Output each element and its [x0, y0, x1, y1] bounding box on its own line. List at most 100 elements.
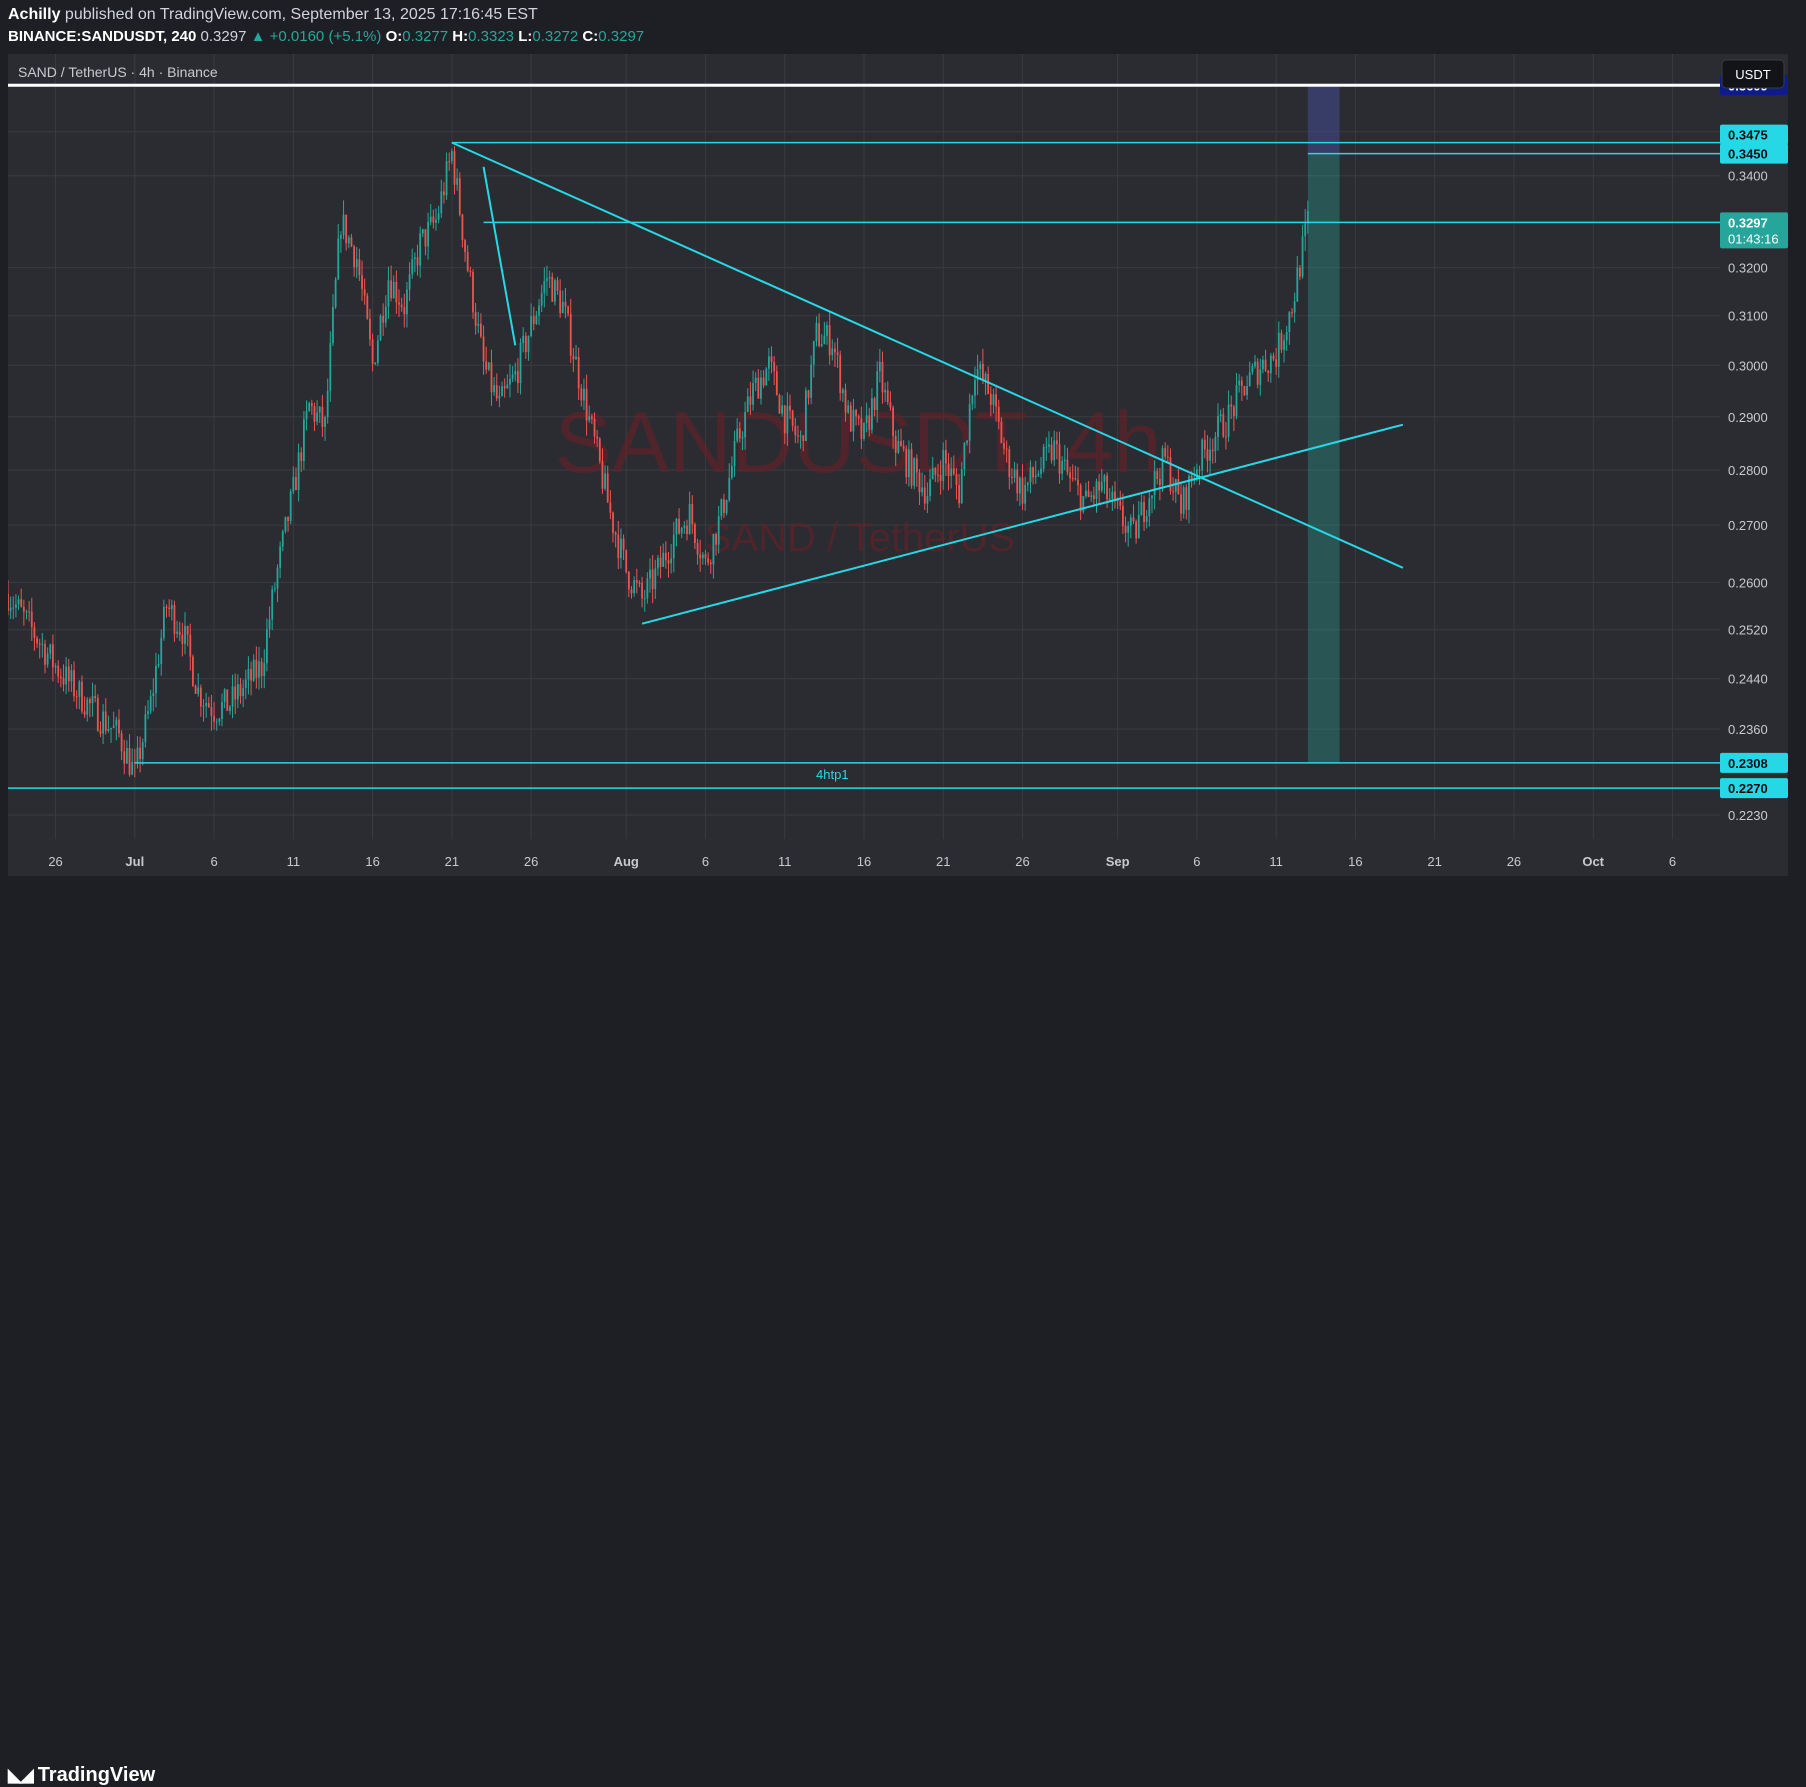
time-axis[interactable]: 26 Jul 6 11 16 21 26 Aug 6 11 16 21 26 Sep 6 11 16 21 26 Oc… — [48, 854, 1676, 869]
candle-body — [353, 246, 355, 268]
candle-body — [620, 538, 622, 559]
candle-body — [580, 388, 583, 401]
candle-body — [271, 589, 274, 620]
candle-body — [1230, 404, 1233, 407]
candle-body — [757, 377, 760, 399]
candle-body — [366, 295, 369, 319]
candle-body — [165, 606, 168, 608]
candle-body — [485, 361, 488, 370]
candle-body — [501, 386, 503, 397]
candle-body — [1021, 477, 1024, 504]
candle-body — [464, 240, 466, 253]
candle-body — [46, 653, 49, 665]
candle-body — [1129, 517, 1132, 526]
candle-body — [947, 463, 950, 476]
price-chart[interactable]: SANDUSDT, 4h SAND / TetherUS 4htp1 0.350… — [7, 54, 1788, 876]
candle-body — [229, 706, 231, 711]
candle-body — [622, 538, 625, 550]
candle-body — [1254, 361, 1256, 367]
tradingview-logo-text: TradingView — [37, 1764, 156, 1786]
candle-body — [231, 686, 234, 707]
candle-body — [94, 696, 97, 699]
candle-body — [992, 394, 995, 406]
candle-body — [52, 644, 54, 668]
candle-body — [239, 684, 242, 697]
candle-body — [324, 417, 326, 427]
candle-body — [316, 412, 319, 422]
candle-body — [860, 418, 863, 439]
author-name[interactable]: Achilly — [8, 6, 60, 23]
candle-body — [1272, 355, 1275, 360]
candle-body — [675, 518, 678, 535]
candle-body — [199, 687, 202, 707]
candle-body — [926, 496, 929, 504]
candle-body — [334, 279, 337, 308]
chart-area[interactable]: SANDUSDT, 4h SAND / TetherUS 4htp1 0.350… — [7, 54, 1788, 876]
candle-body — [535, 315, 538, 324]
candle-body — [524, 335, 527, 353]
candle-body — [897, 440, 900, 453]
candle-body — [292, 476, 295, 492]
candle-body — [839, 354, 842, 394]
candle-body — [358, 259, 361, 276]
candle-body — [995, 394, 997, 407]
candle-body — [448, 161, 451, 163]
candle-body — [701, 554, 704, 559]
candle-body — [1037, 473, 1040, 476]
candle-body — [775, 371, 778, 396]
candle-body — [728, 477, 731, 500]
chart-legend[interactable]: SAND / TetherUS · 4h · Binance — [18, 64, 218, 80]
candle-body — [1151, 495, 1153, 499]
candle-body — [844, 389, 847, 413]
currency-button-label[interactable]: USDT — [1735, 67, 1770, 82]
time-tick-label: Aug — [614, 854, 639, 869]
published-text: published on TradingView.com, September … — [64, 6, 538, 23]
candle-body — [1299, 267, 1301, 277]
candle-body — [934, 467, 937, 475]
price-label-text: 0.2308 — [1728, 756, 1768, 771]
currency-button[interactable]: USDT — [1721, 59, 1785, 89]
time-tick-label: 6 — [1669, 854, 1676, 869]
candle-body — [979, 363, 982, 370]
candle-body — [955, 474, 958, 486]
candle-body — [767, 356, 770, 369]
candle-body — [1098, 481, 1101, 491]
symbol-label[interactable]: BINANCE:SANDUSDT, 240 — [8, 28, 196, 45]
candle-body — [408, 274, 411, 290]
candle-body — [1053, 440, 1056, 461]
candle-body — [789, 405, 791, 411]
trendline[interactable] — [482, 166, 517, 346]
candle-body — [1185, 487, 1188, 510]
candle-body — [971, 395, 974, 405]
candle-body — [9, 607, 12, 611]
candle-body — [1024, 485, 1027, 504]
candle-body — [966, 440, 968, 444]
candle-body — [989, 393, 992, 406]
candle-body — [532, 316, 535, 324]
footer: ◣◢ TradingView — [0, 876, 1806, 1786]
candle-body — [635, 580, 638, 583]
candle-body — [466, 252, 469, 271]
candle-body — [778, 395, 781, 414]
price-axis[interactable]: 0.35000.34000.32000.31000.30000.29000.28… — [1720, 54, 1788, 876]
candle-body — [672, 534, 675, 559]
candle-body — [572, 355, 575, 360]
candle-body — [263, 663, 266, 677]
candle-body — [125, 747, 128, 764]
candle-body — [884, 390, 887, 393]
candle-body — [1063, 459, 1066, 461]
candle-body — [834, 348, 836, 353]
candle-body — [1066, 459, 1069, 473]
candle-body — [33, 627, 36, 638]
tradingview-logo[interactable]: ◣◢ TradingView — [8, 1764, 155, 1787]
candle-body — [606, 473, 609, 503]
candle-body — [1222, 414, 1225, 437]
candle-body — [863, 422, 865, 439]
candle-body — [709, 562, 712, 565]
candle-body — [1256, 361, 1259, 385]
candle-body — [313, 406, 316, 422]
candle-body — [141, 742, 144, 760]
candle-body — [749, 396, 752, 405]
candle-body — [1111, 491, 1114, 499]
candle-body — [477, 323, 480, 326]
